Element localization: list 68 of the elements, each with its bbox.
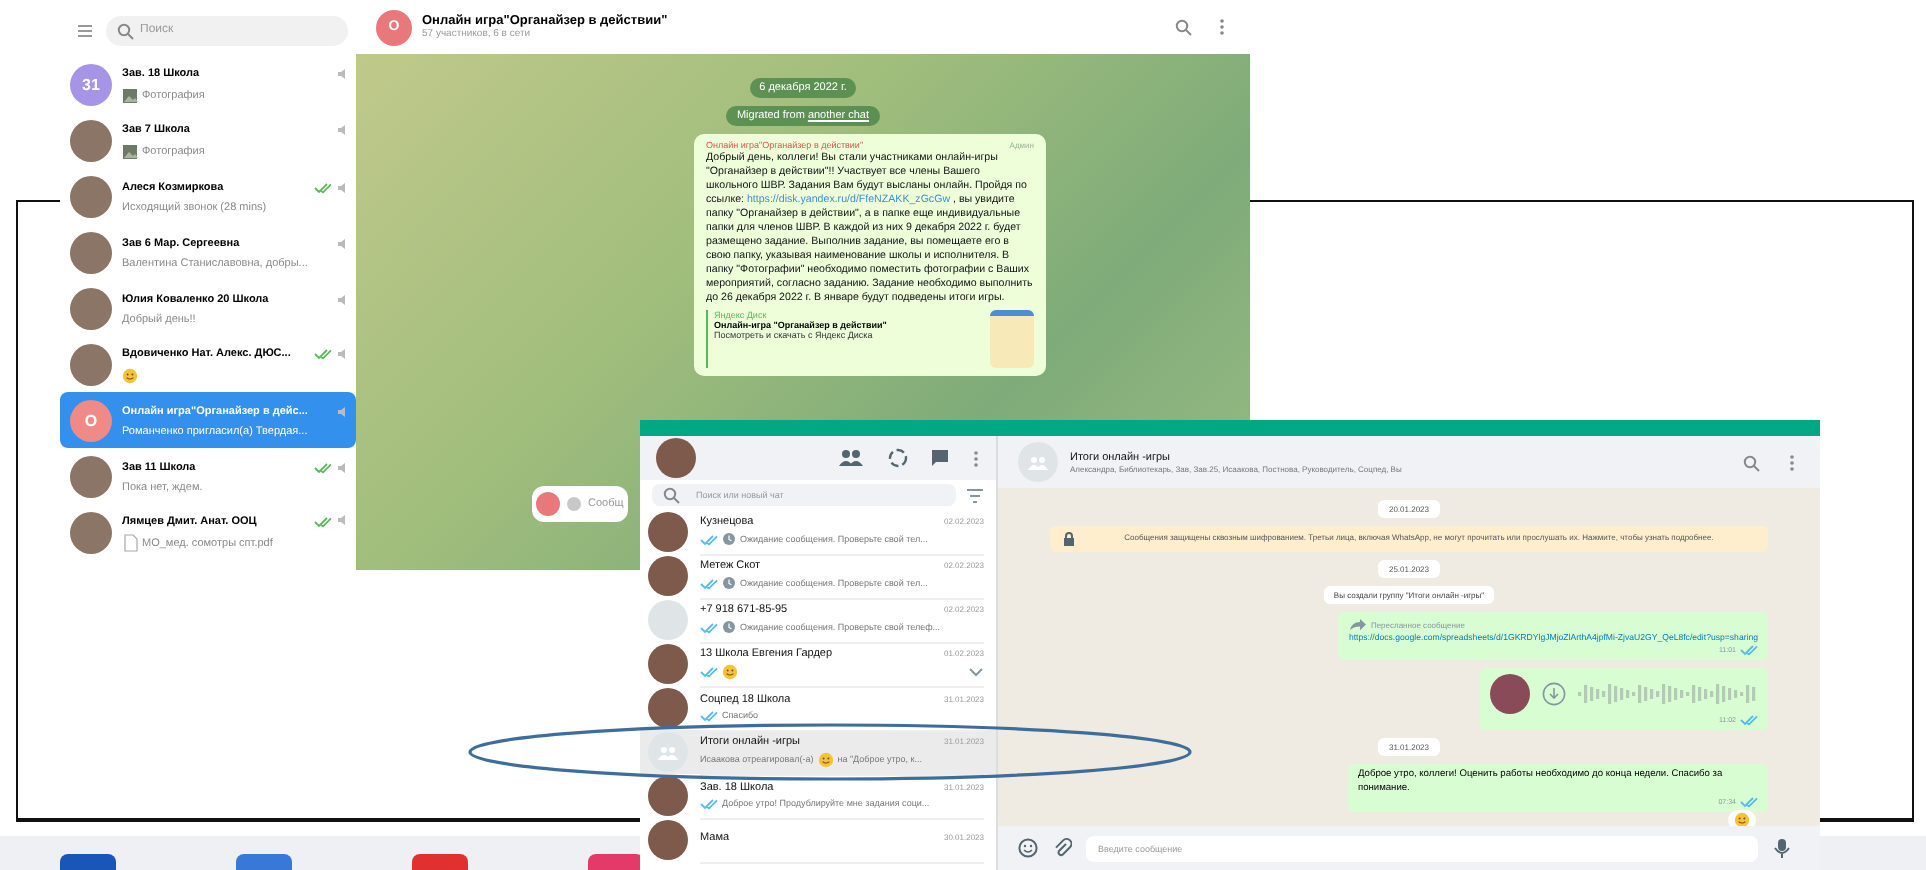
double-check-icon (700, 665, 718, 677)
emoji-icon (122, 367, 138, 383)
avatar: О (70, 399, 112, 441)
avatar (70, 287, 112, 329)
photo-thumbnail-icon (122, 87, 138, 103)
avatar (70, 231, 112, 273)
mute-icon (336, 235, 348, 253)
emoji-icon (1734, 812, 1750, 826)
avatar (648, 644, 688, 684)
avatar (70, 455, 112, 497)
file-icon (122, 534, 138, 552)
avatar[interactable] (656, 438, 696, 478)
avatar (70, 511, 112, 553)
double-check-icon (700, 709, 718, 721)
avatar (1490, 674, 1530, 714)
mute-icon (336, 459, 348, 477)
new-chat-icon[interactable] (930, 448, 950, 468)
search-icon (116, 21, 134, 39)
lock-icon (1062, 532, 1076, 546)
mute-icon (336, 403, 348, 421)
app-icon[interactable] (60, 854, 116, 870)
avatar (648, 688, 688, 728)
avatar (70, 175, 112, 217)
search-icon[interactable] (1174, 18, 1192, 36)
avatar (536, 492, 560, 516)
mute-icon (336, 65, 348, 83)
forward-icon (1348, 618, 1367, 632)
avatar (648, 820, 688, 860)
mute-icon (336, 121, 348, 139)
avatar: 31 (70, 63, 112, 105)
group-icon (658, 745, 678, 759)
more-icon[interactable] (1218, 18, 1226, 36)
avatar (648, 556, 688, 596)
double-check-icon (1740, 714, 1758, 726)
double-check-icon (700, 577, 718, 589)
app-icon[interactable] (412, 854, 468, 870)
search-icon (662, 486, 680, 504)
mute-icon (336, 291, 348, 309)
photo-thumbnail-icon (122, 143, 138, 159)
caret-icon[interactable] (968, 665, 984, 677)
avatar (70, 119, 112, 161)
microphone-icon[interactable] (1772, 837, 1792, 859)
double-check-icon (700, 621, 718, 633)
avatar (648, 776, 688, 816)
double-check-icon (700, 797, 718, 809)
status-icon[interactable] (888, 448, 908, 468)
double-check-icon (700, 533, 718, 545)
folder-thumbnail (990, 310, 1034, 368)
avatar (648, 512, 688, 552)
more-icon[interactable] (972, 449, 980, 467)
attach-icon[interactable] (1052, 838, 1072, 858)
filter-icon[interactable] (966, 487, 984, 503)
app-icon[interactable] (236, 854, 292, 870)
more-icon[interactable] (1788, 453, 1796, 471)
community-icon[interactable] (836, 448, 866, 468)
group-icon (1028, 455, 1048, 469)
search-icon[interactable] (1742, 453, 1760, 471)
mute-icon (336, 179, 348, 197)
mute-icon (336, 345, 348, 363)
menu-icon[interactable] (76, 21, 94, 39)
mute-icon (336, 512, 348, 530)
emoji-icon[interactable] (1018, 838, 1038, 858)
double-check-icon (1740, 796, 1758, 808)
avatar (648, 600, 688, 640)
download-icon[interactable] (1542, 682, 1566, 706)
app-icon[interactable] (588, 854, 644, 870)
double-check-icon (1740, 644, 1758, 656)
avatar (70, 343, 112, 385)
